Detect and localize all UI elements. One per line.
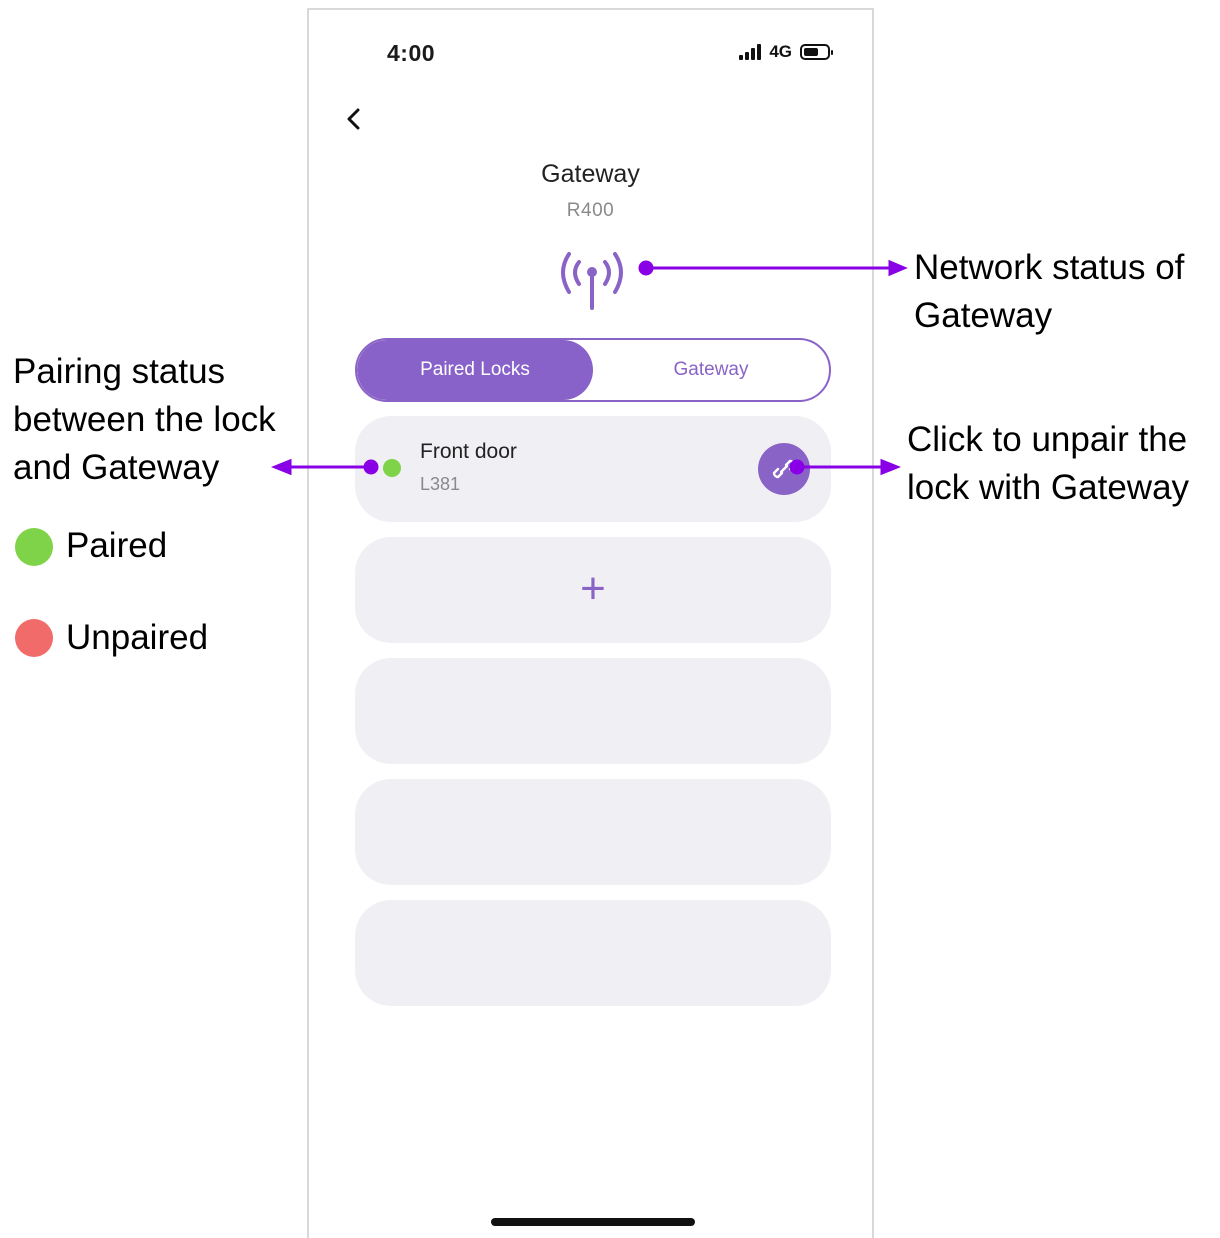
annotation-line: and Gateway [13,448,220,487]
unpair-button[interactable] [758,443,810,495]
home-indicator [491,1218,695,1226]
legend-paired-label: Paired [66,526,168,565]
page-title: Gateway [541,160,640,188]
tab-paired-locks[interactable]: Paired Locks [357,340,593,400]
status-time: 4:00 [387,40,436,66]
annotation-line: Click to unpair the [907,420,1188,459]
annotation-line: lock with Gateway [907,468,1190,507]
annotation-line: between the lock [13,400,276,439]
empty-slot [355,658,831,764]
empty-slot [355,900,831,1006]
add-lock-card[interactable]: + [355,537,831,643]
add-lock-button[interactable]: + [355,559,831,619]
annotation-unpair: Click to unpair the lock with Gateway [907,416,1189,512]
gateway-model: R400 [566,200,615,221]
lock-card[interactable]: Front door L381 [355,416,831,522]
unlink-icon [772,459,796,479]
legend-unpaired-dot [15,619,53,657]
lock-model: L381 [420,474,461,494]
legend-unpaired-label: Unpaired [66,618,209,657]
tab-switcher: Paired Locks Gateway [355,338,831,402]
annotation-line: Gateway [914,296,1053,335]
chevron-left-icon[interactable] [343,106,365,132]
paired-status-dot [383,459,401,477]
battery-icon [800,44,833,60]
annotation-pairing-status: Pairing status between the lock and Gate… [13,348,276,492]
annotation-line: Network status of [914,248,1185,287]
status-indicators: 4G [739,42,833,62]
annotation-line: Pairing status [13,352,226,391]
annotation-network-status: Network status of Gateway [914,244,1184,340]
empty-slot [355,779,831,885]
lock-name: Front door [420,440,517,463]
antenna-signal-icon [561,252,623,310]
tab-gateway[interactable]: Gateway [593,340,829,400]
legend-paired-dot [15,528,53,566]
phone-screen: 4:00 4G Gateway R400 Paired Locks Gatewa… [307,8,874,1238]
signal-icon [739,44,762,60]
network-type: 4G [769,42,792,61]
